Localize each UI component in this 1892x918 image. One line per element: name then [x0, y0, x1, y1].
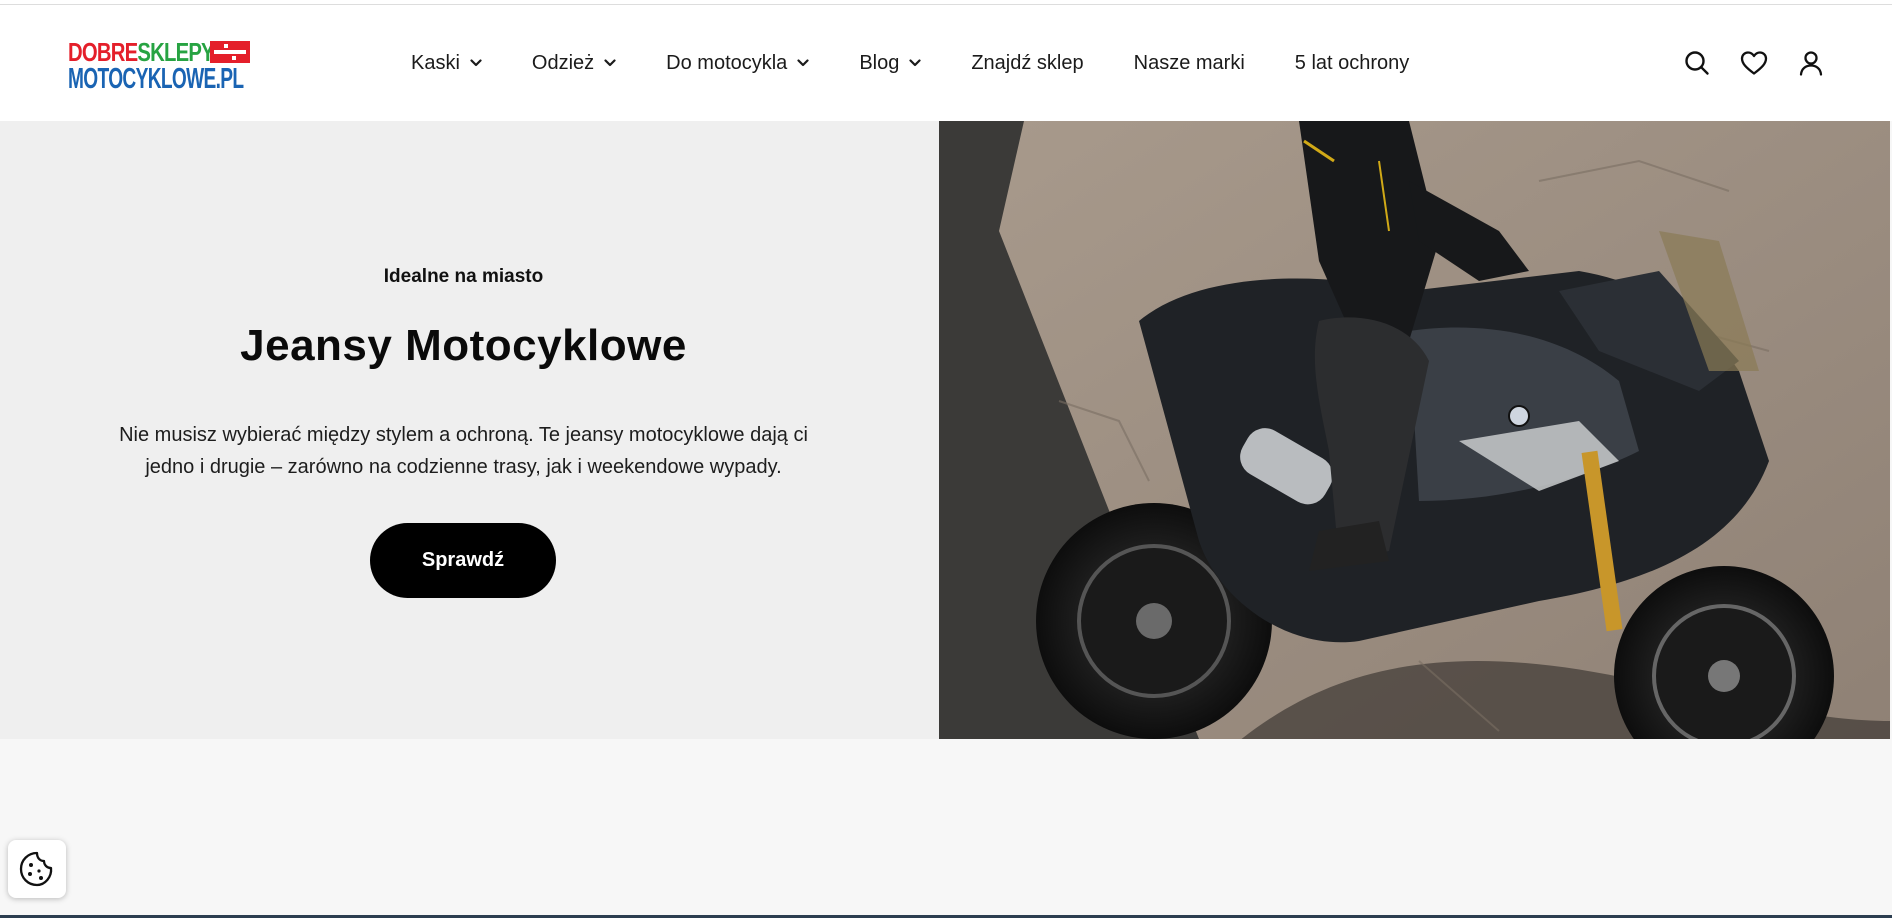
hero-title: Jeansy Motocyklowe [240, 321, 687, 370]
chevron-down-icon [909, 59, 921, 67]
nav-item-label: 5 lat ochrony [1294, 51, 1410, 74]
nav-item-label: Do motocykla [666, 51, 788, 74]
motorcycle-rider-photo [939, 121, 1890, 739]
nav-item-znajdz-sklep[interactable]: Znajdź sklep [971, 52, 1083, 75]
nav-item-label: Kaski [411, 51, 460, 74]
chevron-down-icon [604, 59, 616, 67]
site-logo[interactable]: DOBRESKLEPY MOTOCYKLOWE.PL [68, 35, 250, 95]
site-header: DOBRESKLEPY MOTOCYKLOWE.PL Kaski Odzież … [0, 5, 1892, 121]
nav-item-odziez[interactable]: Odzież [532, 52, 616, 75]
nav-item-5-lat-ochrony[interactable]: 5 lat ochrony [1295, 52, 1410, 75]
nav-item-do-motocykla[interactable]: Do motocykla [666, 52, 809, 75]
search-icon[interactable] [1684, 50, 1710, 76]
nav-item-label: Odzież [531, 51, 595, 74]
chevron-down-icon [470, 59, 482, 67]
nav-item-nasze-marki[interactable]: Nasze marki [1134, 52, 1245, 75]
logo-line-2: MOTOCYKLOWE.PL [68, 63, 244, 95]
chevron-down-icon [797, 59, 809, 67]
heart-icon[interactable] [1740, 50, 1768, 76]
nav-item-blog[interactable]: Blog [859, 52, 921, 75]
nav-item-label: Nasze marki [1133, 51, 1245, 74]
nav-item-label: Blog [859, 51, 900, 74]
nav-item-kaski[interactable]: Kaski [411, 52, 482, 75]
header-actions [1684, 5, 1824, 121]
hero-eyebrow: Idealne na miasto [383, 266, 544, 287]
cookie-icon [19, 851, 53, 887]
logo-flag-icon [210, 41, 250, 63]
cookie-settings-button[interactable] [8, 840, 66, 898]
hero-description: Nie musisz wybierać między stylem a ochr… [119, 424, 808, 478]
user-icon[interactable] [1798, 50, 1824, 76]
nav-item-label: Znajdź sklep [971, 51, 1084, 74]
hero-banner: Idealne na miasto Jeansy Motocyklowe Nie… [0, 121, 1892, 739]
main-nav: Kaski Odzież Do motocykla Blog Znajdź sk… [411, 5, 1459, 121]
hero-image[interactable] [939, 121, 1890, 739]
hero-cta-button[interactable]: Sprawdź [370, 523, 556, 598]
hero-text-panel: Idealne na miasto Jeansy Motocyklowe Nie… [0, 121, 939, 739]
